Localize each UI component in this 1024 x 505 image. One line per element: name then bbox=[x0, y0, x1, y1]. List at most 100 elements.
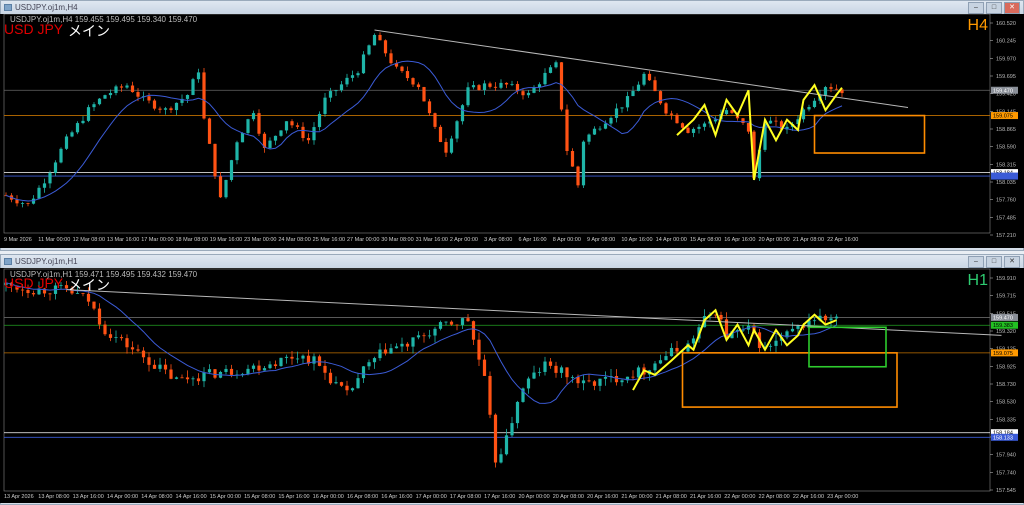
maximize-button[interactable]: □ bbox=[986, 256, 1002, 268]
price-tag bbox=[991, 172, 1018, 180]
candle bbox=[191, 378, 195, 380]
candle bbox=[433, 328, 437, 336]
candle bbox=[389, 53, 393, 64]
candle bbox=[669, 113, 674, 115]
candle bbox=[829, 318, 833, 321]
time-tick-label: 17 Apr 08:00 bbox=[449, 494, 482, 500]
candle bbox=[279, 357, 283, 367]
time-tick-label: 13 Apr 08:00 bbox=[38, 494, 70, 500]
candle bbox=[125, 85, 129, 88]
candle bbox=[191, 79, 195, 95]
minimize-button[interactable]: – bbox=[968, 2, 984, 14]
candle bbox=[675, 347, 679, 352]
candle bbox=[136, 349, 140, 351]
time-tick-label: 15 Apr 08:00 bbox=[244, 494, 276, 500]
candle bbox=[449, 138, 454, 153]
candle bbox=[510, 423, 514, 436]
candle bbox=[152, 100, 157, 109]
candle bbox=[482, 83, 487, 91]
price-tag-label: 159.075 bbox=[993, 351, 1013, 357]
candle bbox=[317, 356, 322, 366]
candle bbox=[378, 349, 382, 359]
candle bbox=[42, 183, 47, 188]
minimize-button[interactable]: – bbox=[968, 256, 984, 268]
candle bbox=[158, 108, 162, 110]
price-tag-label: 159.470 bbox=[993, 315, 1013, 321]
candle bbox=[251, 365, 256, 369]
window-title-bar[interactable]: USDJPY.oj1m,H1 – □ ✕ bbox=[1, 255, 1023, 268]
candle bbox=[565, 367, 569, 378]
candle bbox=[295, 358, 300, 360]
candle bbox=[394, 346, 399, 349]
candle bbox=[422, 87, 426, 102]
candle bbox=[119, 86, 124, 88]
candle bbox=[724, 110, 729, 115]
candle bbox=[92, 104, 96, 108]
candle bbox=[471, 85, 476, 88]
candle bbox=[81, 120, 85, 124]
candle bbox=[130, 347, 135, 350]
candle bbox=[246, 119, 250, 133]
candle bbox=[97, 308, 102, 325]
candle bbox=[416, 84, 421, 88]
candle bbox=[257, 113, 261, 134]
candle bbox=[834, 88, 839, 90]
candle bbox=[196, 378, 201, 382]
time-tick-label: 30 Mar 08:00 bbox=[381, 237, 414, 243]
candle bbox=[378, 34, 382, 41]
candle bbox=[218, 176, 223, 198]
candle bbox=[235, 142, 239, 161]
time-tick-label: 16 Apr 16:00 bbox=[724, 237, 756, 243]
candle bbox=[163, 108, 168, 110]
candle bbox=[180, 377, 184, 379]
candle bbox=[807, 107, 811, 110]
candle bbox=[350, 388, 355, 391]
candle bbox=[383, 349, 388, 354]
candle bbox=[812, 320, 817, 322]
time-tick-label: 16 Apr 08:00 bbox=[346, 494, 379, 500]
candle bbox=[356, 378, 360, 389]
time-tick-label: 20 Apr 00:00 bbox=[758, 237, 790, 243]
h1-chart[interactable]: 159.910159.715159.515159.320159.125158.9… bbox=[0, 268, 1024, 503]
candle bbox=[372, 358, 377, 363]
candle bbox=[669, 347, 674, 357]
close-button[interactable]: ✕ bbox=[1004, 2, 1020, 14]
candle bbox=[581, 141, 586, 186]
candle bbox=[460, 318, 465, 325]
candle bbox=[202, 72, 206, 119]
time-tick-label: 17 Apr 00:00 bbox=[415, 494, 447, 500]
candle bbox=[411, 337, 415, 347]
candle bbox=[411, 78, 415, 85]
candle bbox=[620, 380, 624, 383]
candle bbox=[334, 382, 338, 384]
candle bbox=[466, 87, 470, 106]
candle bbox=[136, 92, 140, 97]
time-tick-label: 16 Apr 00:00 bbox=[312, 494, 344, 500]
candle bbox=[125, 338, 129, 348]
window-title-bar[interactable]: USDJPY.oj1m,H4 – □ ✕ bbox=[1, 1, 1023, 14]
candle bbox=[207, 118, 212, 144]
candle bbox=[449, 321, 454, 325]
candle bbox=[427, 101, 432, 114]
candle bbox=[647, 73, 652, 81]
candle bbox=[680, 123, 685, 128]
main-label: メイン bbox=[68, 23, 110, 39]
close-button[interactable]: ✕ bbox=[1004, 256, 1020, 268]
candle bbox=[592, 128, 597, 135]
price-tick-label: 159.970 bbox=[996, 56, 1016, 62]
maximize-button[interactable]: □ bbox=[986, 2, 1002, 14]
time-tick-label: 9 Apr 08:00 bbox=[587, 237, 616, 243]
candle bbox=[15, 199, 19, 204]
candle bbox=[405, 343, 410, 347]
time-tick-label: 3 Apr 08:00 bbox=[484, 237, 513, 243]
time-axis: 13 Apr 2026 13 Apr 08:00 13 Apr 16:00 14 Ap… bbox=[4, 494, 904, 500]
candle bbox=[174, 377, 179, 379]
time-tick-label: 14 Apr 08:00 bbox=[141, 494, 173, 500]
candle bbox=[147, 96, 151, 101]
time-tick-label: 21 Apr 00:00 bbox=[621, 494, 653, 500]
time-tick-label: 20 Apr 08:00 bbox=[552, 494, 584, 500]
candle bbox=[598, 378, 602, 386]
h4-chart[interactable]: 160.520160.245159.970159.695159.420159.1… bbox=[0, 14, 1024, 248]
time-tick-label: 22 Apr 08:00 bbox=[758, 494, 790, 500]
timeframe-label: H1 bbox=[967, 272, 988, 289]
